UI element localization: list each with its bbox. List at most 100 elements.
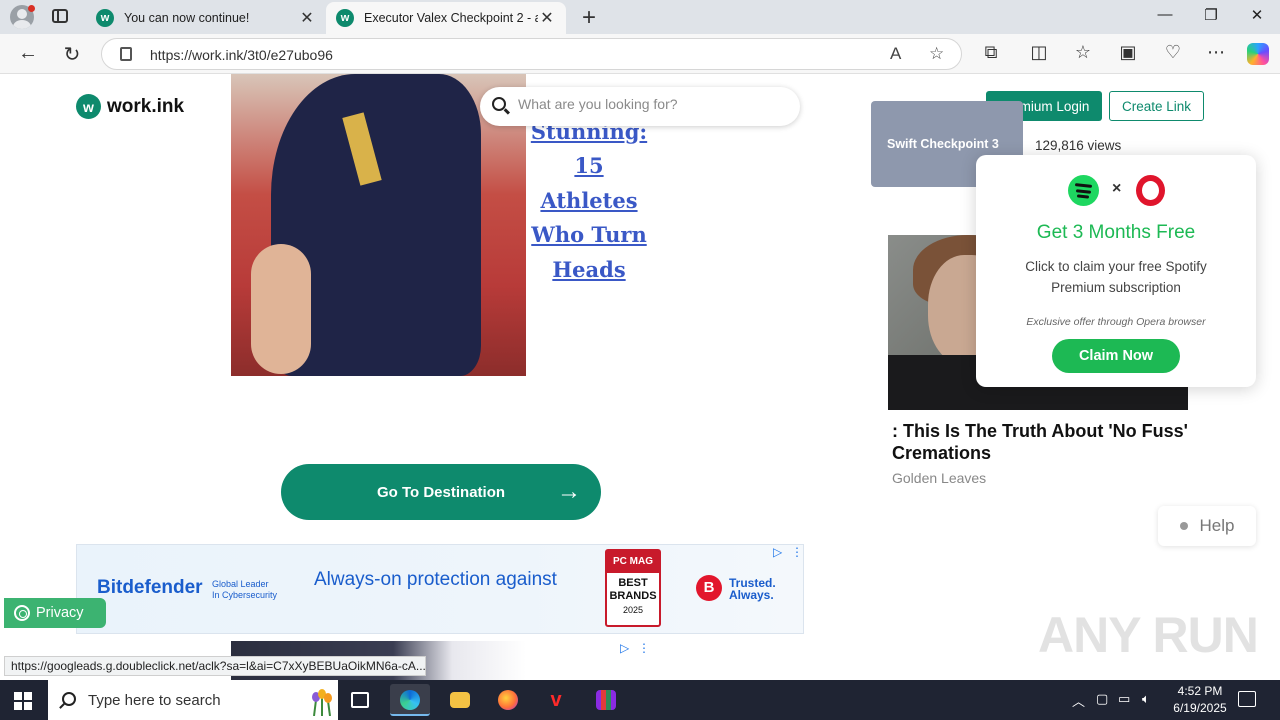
tab-actions-icon[interactable] [52,9,68,23]
back-icon[interactable]: ← [15,42,41,65]
close-window-icon[interactable]: ✕ [1242,6,1272,24]
anyrun-watermark: ANY RUN [1038,607,1259,663]
close-tab-icon[interactable]: ✕ [538,8,556,28]
times-icon: × [1112,180,1122,197]
go-to-destination-button[interactable]: Go To Destination → [281,464,601,520]
search-icon[interactable] [492,97,506,111]
site-search [480,87,800,126]
site-info-icon[interactable] [120,47,132,61]
ad-options-icon[interactable]: ⋮ [791,545,803,559]
adchoices-icon[interactable]: ▷ [773,545,782,559]
windows-start-icon[interactable] [14,692,32,710]
view-count: 129,816 views [1035,138,1122,153]
workink-logo-icon: w [76,94,101,119]
trusted-always: Trusted. Always. [729,577,776,601]
taskbar-clock[interactable]: 4:52 PM 6/19/2025 [1164,683,1236,717]
logo-text: work.ink [107,95,185,117]
tab-you-can-now-continue[interactable]: w You can now continue! ✕ [86,2,326,34]
task-view-icon[interactable] [340,684,380,716]
tulips-icon [312,689,332,716]
tray-device-icon[interactable]: ▢ [1096,691,1108,707]
restore-icon[interactable]: ❐ [1196,6,1226,24]
tray-chevron-icon[interactable]: ︿ [1072,691,1085,710]
privacy-button[interactable]: Privacy [4,598,106,628]
read-aloud-icon[interactable]: A [890,44,901,64]
gear-icon [14,605,30,621]
favorites-icon[interactable]: ☆ [1070,42,1096,63]
spotify-logo-icon [1068,175,1099,206]
address-bar[interactable]: https://work.ink/3t0/e27ubo96 A ☆ [101,38,962,70]
news-ad-source: Golden Leaves [892,470,987,486]
edge-taskbar-icon[interactable] [390,684,430,716]
banner-tagline: Always-on protection against [314,569,557,590]
network-icon[interactable]: ▭ [1118,691,1130,707]
pcmag-best-brands: BEST BRANDS [609,577,657,602]
pcmag-label: PC MAG [607,551,659,573]
tag-line: Global Leader [212,579,269,589]
workink-favicon-icon: w [336,9,354,27]
workink-favicon-icon: w [96,9,114,27]
copilot-icon[interactable] [1247,43,1269,65]
news-ad-title[interactable]: : This Is The Truth About 'No Fuss' Crem… [892,420,1192,464]
vivaldi-icon[interactable]: v [536,684,576,716]
claim-now-button[interactable]: Claim Now [1052,339,1180,373]
status-bar-url: https://googleads.g.doubleclick.net/aclk… [4,656,426,676]
taskbar-search-box[interactable]: Type here to search [48,680,338,720]
popup-headline: Get 3 Months Free [1036,222,1196,243]
close-tab-icon[interactable]: ✕ [298,8,316,28]
file-explorer-icon[interactable] [440,684,480,716]
notifications-icon[interactable] [1238,691,1256,707]
headline-line[interactable]: Who Turn [526,218,652,253]
search-icon [62,692,76,706]
refresh-icon[interactable]: ↻ [59,42,85,67]
bitdefender-b-icon: B [696,575,722,601]
pcmag-badge: PC MAG BEST BRANDS 2025 [605,549,661,627]
tab-strip: w You can now continue! ✕ w Executor Val… [0,0,1280,34]
create-link-button[interactable]: Create Link [1109,91,1204,121]
url-text[interactable]: https://work.ink/3t0/e27ubo96 [150,47,333,63]
bitdefender-tag: Global Leader In Cybersecurity [212,579,277,601]
site-logo[interactable]: w work.ink [76,94,184,119]
adchoices-icon[interactable]: ▷ [620,641,629,655]
firefox-icon[interactable] [488,684,528,716]
pcmag-year: 2025 [622,605,644,615]
new-tab-icon[interactable]: + [578,4,600,32]
headline-line[interactable]: Athletes [526,184,652,219]
volume-icon[interactable]: 🔈︎ [1142,691,1150,707]
go-button-label: Go To Destination [376,483,506,501]
extensions-icon[interactable]: ⧉ [978,42,1004,63]
popup-fine-print: Exclusive offer through Opera browser [1026,316,1206,328]
bitdefender-logo: Bitdefender [97,577,203,598]
help-button[interactable]: Help [1158,506,1256,546]
minimize-icon[interactable]: — [1150,6,1180,23]
opera-logo-icon [1136,175,1165,206]
favorite-star-icon[interactable]: ☆ [929,44,944,64]
taskbar-search-placeholder: Type here to search [88,692,221,709]
ad-options-icon[interactable]: ⋮ [638,641,650,655]
privacy-label: Privacy [36,605,84,621]
collections-icon[interactable]: ▣ [1115,42,1141,63]
trusted-line: Always. [729,588,774,602]
winrar-icon[interactable] [586,684,626,716]
search-input[interactable] [518,96,788,112]
browser-essentials-icon[interactable]: ♡ [1160,42,1186,63]
help-dot-icon [1179,522,1188,530]
bitdefender-banner-ad[interactable]: Bitdefender Global Leader In Cybersecuri… [76,544,804,634]
ad-article-image[interactable] [231,74,526,376]
help-label: Help [1199,516,1235,535]
headline-line[interactable]: 15 [526,149,652,184]
tag-line: In Cybersecurity [212,590,278,600]
tab-executor-valex[interactable]: w Executor Valex Checkpoint 2 - at w ✕ [326,2,566,34]
windows-taskbar: Type here to search v ︿ ▢ ▭ 🔈︎ 4:52 PM 6… [0,680,1280,720]
more-menu-icon[interactable]: ⋯ [1203,42,1229,63]
tab-title: You can now continue! [124,11,250,25]
clock-time: 4:52 PM [1177,684,1223,698]
arrow-right-icon: → [557,478,581,505]
profile-notification-dot [28,5,35,12]
ad-article-headline[interactable]: Most Stunning: 15 Athletes Who Turn Head… [526,98,652,288]
related-link-title[interactable]: Swift Checkpoint 3 [887,137,999,151]
browser-toolbar: ← ↻ https://work.ink/3t0/e27ubo96 A ☆ ⧉ … [0,34,1280,74]
split-screen-icon[interactable]: ◫ [1026,42,1052,63]
clock-date: 6/19/2025 [1173,701,1227,715]
headline-line[interactable]: Heads [526,253,652,288]
